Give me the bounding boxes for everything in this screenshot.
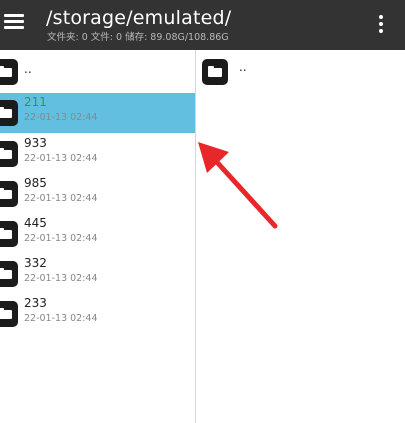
folder-icon	[0, 181, 18, 207]
storage-stats: 文件夹: 0 文件: 0 储存: 89.08G/108.86G	[47, 32, 229, 43]
folder-icon	[0, 301, 18, 327]
list-item[interactable]: 233 22-01-13 02:44	[0, 294, 195, 334]
right-file-pane: ..	[196, 50, 405, 423]
left-file-pane: .. 211 22-01-13 02:44 933 22-01-13 02:44…	[0, 50, 195, 423]
more-vert-icon[interactable]	[376, 15, 386, 35]
item-date: 22-01-13 02:44	[24, 193, 98, 204]
folder-icon	[0, 100, 18, 126]
item-name: 211	[24, 95, 47, 109]
item-date: 22-01-13 02:44	[24, 112, 98, 123]
item-name: 233	[24, 296, 47, 310]
parent-directory-row[interactable]: ..	[0, 52, 195, 92]
file-manager-app: /storage/emulated/ 文件夹: 0 文件: 0 储存: 89.0…	[0, 0, 405, 423]
folder-icon	[0, 261, 18, 287]
item-name: 445	[24, 216, 47, 230]
parent-directory-label: ..	[239, 60, 247, 74]
parent-directory-label: ..	[24, 62, 32, 76]
list-item[interactable]: 445 22-01-13 02:44	[0, 214, 195, 254]
red-arrow-icon	[198, 142, 278, 229]
item-name: 933	[24, 136, 47, 150]
list-item[interactable]: 985 22-01-13 02:44	[0, 174, 195, 214]
item-date: 22-01-13 02:44	[24, 153, 98, 164]
parent-directory-row[interactable]: ..	[202, 59, 392, 87]
toolbar: /storage/emulated/ 文件夹: 0 文件: 0 储存: 89.0…	[0, 0, 405, 50]
folder-icon	[0, 141, 18, 167]
item-date: 22-01-13 02:44	[24, 273, 98, 284]
list-item[interactable]: 933 22-01-13 02:44	[0, 134, 195, 174]
folder-icon	[0, 221, 18, 247]
list-item[interactable]: 332 22-01-13 02:44	[0, 254, 195, 294]
folder-icon	[0, 59, 18, 85]
list-item[interactable]: 211 22-01-13 02:44	[0, 93, 195, 133]
hamburger-menu-icon[interactable]	[4, 14, 24, 30]
item-date: 22-01-13 02:44	[24, 233, 98, 244]
item-name: 985	[24, 176, 47, 190]
item-date: 22-01-13 02:44	[24, 313, 98, 324]
folder-icon	[202, 59, 228, 85]
item-name: 332	[24, 256, 47, 270]
current-path-title: /storage/emulated/	[46, 7, 232, 29]
